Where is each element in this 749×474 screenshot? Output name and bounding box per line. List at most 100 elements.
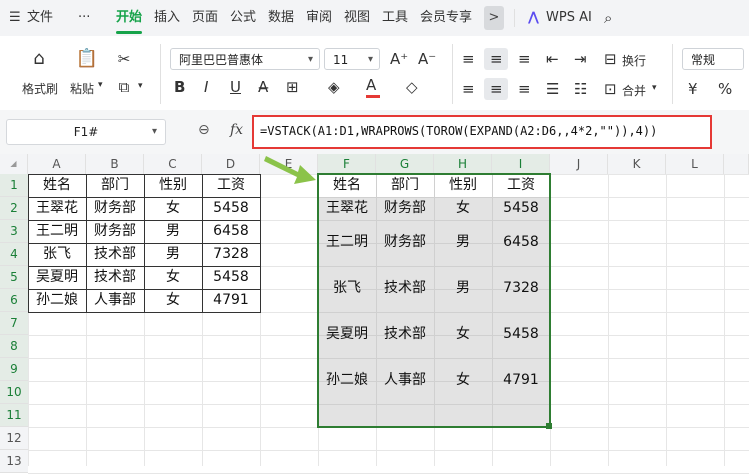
row-header-8[interactable]: 8 [0, 335, 28, 358]
font-size-select[interactable]: 11 ▾ [324, 48, 380, 70]
gridline [724, 174, 725, 466]
paste-icon[interactable]: 📋 [74, 48, 100, 69]
cell-border [86, 289, 145, 313]
column-header-k[interactable]: K [608, 154, 666, 174]
clear-format-icon[interactable]: ◇ [406, 78, 418, 96]
merge-button[interactable]: 合并 [622, 82, 646, 99]
font-color-icon[interactable]: A [366, 76, 376, 94]
divider [672, 44, 673, 104]
column-header-h[interactable]: H [434, 154, 492, 174]
tab-review[interactable]: 审阅 [306, 0, 332, 36]
column-header-j[interactable]: J [550, 154, 608, 174]
font-name-select[interactable]: 阿里巴巴普惠体 ▾ [170, 48, 320, 70]
row-header-10[interactable]: 10 [0, 381, 28, 404]
cut-icon[interactable]: ✂ [112, 50, 136, 68]
chevron-down-icon: ▾ [151, 126, 157, 137]
column-header-a[interactable]: A [28, 154, 86, 174]
paste-dropdown-icon[interactable]: ▾ [98, 80, 103, 90]
merge-icon[interactable]: ⊡ [604, 80, 617, 98]
border-icon[interactable]: ⊞ [286, 78, 299, 96]
row-header-9[interactable]: 9 [0, 358, 28, 381]
indent-decrease-icon[interactable]: ⇤ [546, 50, 559, 68]
tab-page[interactable]: 页面 [192, 0, 218, 36]
fx-icon[interactable]: fx [230, 122, 243, 138]
align-right-icon[interactable]: ≡ [518, 80, 531, 98]
row-header-5[interactable]: 5 [0, 266, 28, 289]
spill-selection-border[interactable] [317, 173, 551, 428]
column-header-d[interactable]: D [202, 154, 260, 174]
underline-button[interactable]: U [230, 78, 241, 96]
column-header-c[interactable]: C [144, 154, 202, 174]
cell-border [202, 243, 261, 267]
column-header-partial[interactable] [724, 154, 749, 174]
decrease-font-icon[interactable]: A⁻ [418, 50, 436, 68]
row-header-3[interactable]: 3 [0, 220, 28, 243]
row-header-6[interactable]: 6 [0, 289, 28, 312]
tab-view[interactable]: 视图 [344, 0, 370, 36]
formula-input[interactable]: =VSTACK(A1:D1,WRAPROWS(TOROW(EXPAND(A2:D… [260, 124, 657, 138]
name-box[interactable]: F1# ▾ [6, 119, 166, 145]
cell-border [144, 174, 203, 198]
more-tabs-button[interactable]: > [484, 6, 504, 30]
row-header-13[interactable]: 13 [0, 450, 28, 473]
align-top-icon[interactable]: ≡ [462, 50, 475, 68]
paste-button[interactable]: 粘贴 [70, 80, 94, 97]
column-header-l[interactable]: L [666, 154, 724, 174]
file-menu[interactable]: 文件 [27, 0, 53, 36]
bold-button[interactable]: B [174, 78, 185, 96]
copy-dropdown-icon[interactable]: ▾ [138, 81, 143, 91]
format-painter-button[interactable]: 格式刷 [22, 80, 58, 97]
zoom-icon[interactable]: ⊖ [198, 122, 210, 138]
align-center-icon[interactable]: ≡ [490, 80, 503, 98]
align-middle-icon[interactable]: ≡ [490, 50, 503, 68]
tab-insert[interactable]: 插入 [154, 0, 180, 36]
strikethrough-icon[interactable]: A̶ [258, 78, 268, 96]
row-header-7[interactable]: 7 [0, 312, 28, 335]
format-painter-icon[interactable]: ⌂ [26, 48, 52, 69]
column-header-f[interactable]: F [318, 154, 376, 174]
hamburger-icon[interactable]: ☰ [9, 0, 21, 36]
wrap-text-icon[interactable]: ⊟ [604, 50, 617, 68]
row-header-1[interactable]: 1 [0, 174, 28, 197]
tab-formula[interactable]: 公式 [230, 0, 256, 36]
select-all-corner[interactable]: ◢ [0, 154, 28, 174]
tab-member[interactable]: 会员专享 [420, 0, 472, 36]
search-icon[interactable]: ⌕ [604, 0, 612, 36]
cell-border [144, 289, 203, 313]
copy-icon[interactable]: ⧉ [112, 78, 136, 96]
fill-color-icon[interactable]: ◈ [328, 78, 340, 96]
cell-border [144, 197, 203, 221]
wps-ai-logo-icon[interactable]: ⋀ [528, 0, 539, 36]
formula-bar: F1# ▾ ⊖ fx =VSTACK(A1:D1,WRAPROWS(TOROW(… [0, 110, 749, 154]
fill-handle[interactable] [546, 423, 552, 429]
row-header-2[interactable]: 2 [0, 197, 28, 220]
column-header-b[interactable]: B [86, 154, 144, 174]
row-header-12[interactable]: 12 [0, 427, 28, 450]
merge-dropdown-icon[interactable]: ▾ [652, 83, 657, 93]
align-bottom-icon[interactable]: ≡ [518, 50, 531, 68]
currency-icon[interactable]: ¥ [688, 80, 698, 98]
font-size-value: 11 [333, 53, 349, 67]
font-name-value: 阿里巴巴普惠体 [179, 53, 264, 67]
number-format-select[interactable]: 常规 [682, 48, 744, 70]
cell-border [144, 243, 203, 267]
spreadsheet-grid[interactable]: ◢ A B C D E F G H I J K L 1 2 3 4 5 6 7 8 9 10 11 12 13 姓名 部门 性别 工资 王翠… [0, 154, 749, 474]
tab-tools[interactable]: 工具 [382, 0, 408, 36]
column-header-g[interactable]: G [376, 154, 434, 174]
wps-ai-button[interactable]: WPS AI [546, 0, 592, 36]
row-header-11[interactable]: 11 [0, 404, 28, 427]
increase-font-icon[interactable]: A⁺ [390, 50, 408, 68]
tab-data[interactable]: 数据 [268, 0, 294, 36]
align-left-icon[interactable]: ≡ [462, 80, 475, 98]
more-dots-icon[interactable]: ··· [78, 0, 90, 36]
active-tab-indicator [116, 31, 142, 34]
italic-button[interactable]: I [204, 78, 208, 96]
formula-input-highlight[interactable]: =VSTACK(A1:D1,WRAPROWS(TOROW(EXPAND(A2:D… [252, 115, 712, 149]
column-header-i[interactable]: I [492, 154, 550, 174]
wrap-text-button[interactable]: 换行 [622, 52, 646, 69]
justify-icon[interactable]: ☰ [546, 80, 559, 98]
distribute-icon[interactable]: ☷ [574, 80, 587, 98]
row-header-4[interactable]: 4 [0, 243, 28, 266]
indent-increase-icon[interactable]: ⇥ [574, 50, 587, 68]
percent-icon[interactable]: % [718, 80, 732, 98]
